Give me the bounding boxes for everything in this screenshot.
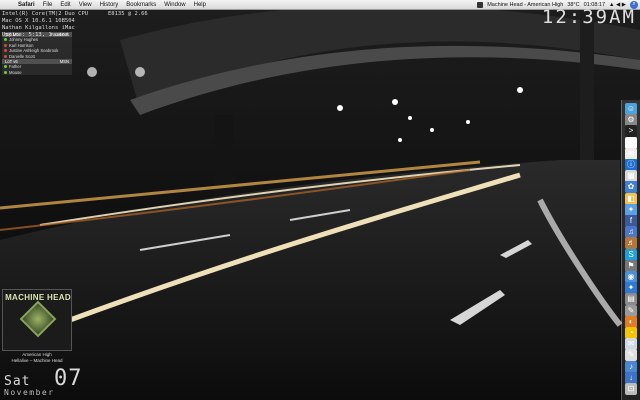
- guitar-icon[interactable]: ♬: [625, 237, 637, 250]
- safari-compass-icon[interactable]: ✦: [625, 203, 637, 216]
- textedit-icon[interactable]: ✎: [625, 349, 637, 362]
- status-dot-icon: [4, 65, 7, 69]
- album-art[interactable]: MACHINE HEAD: [2, 289, 72, 351]
- preview-icon[interactable]: ◧: [625, 192, 637, 205]
- info-icon[interactable]: ⓘ: [625, 159, 637, 171]
- status-dot-icon: [4, 70, 7, 74]
- calendar-icon[interactable]: ▦: [625, 170, 637, 183]
- downloads-icon[interactable]: ↓: [625, 371, 637, 384]
- contact-list: Top Mo Facebook Johnny Hughes Karl Harris…: [2, 32, 72, 75]
- skype-icon[interactable]: S: [625, 248, 637, 261]
- adium-icon[interactable]: ✈: [625, 136, 637, 149]
- terminal-icon[interactable]: >: [625, 125, 637, 138]
- sysinfo-cpu: Intel(R) Core(TM)2 Duo CPU E8135 @ 2.66: [2, 11, 148, 17]
- menu-history[interactable]: History: [96, 2, 123, 8]
- contact-group-label: Facebook: [50, 32, 69, 37]
- apps-icon[interactable]: ▤: [625, 293, 637, 306]
- firefox-icon[interactable]: ◐: [625, 315, 637, 328]
- menu-file[interactable]: File: [39, 2, 57, 8]
- audio-icon[interactable]: ♪: [625, 360, 637, 373]
- trash-icon[interactable]: ⊡: [625, 383, 637, 395]
- dock: ☺ ⚙ > ✈ ✉ ⓘ ▦ ✿ ◧ ✦ f ♫ ♬ S ⚑ ◉ ✦ ▤ ✎ ◐ ◔ ✉ ✎ ♪ ↓ ⊡: [621, 100, 640, 400]
- sysinfo-host: Nathan Kilgallons iMac: [2, 25, 75, 31]
- album-emblem-icon: [19, 300, 57, 338]
- status-dot-icon: [4, 54, 7, 58]
- iphoto-icon[interactable]: ✿: [625, 181, 637, 194]
- contact-name: Mouse: [9, 69, 22, 75]
- sysinfo-os: Mac OS X 10.6.1 10B504: [2, 18, 75, 24]
- mail-icon[interactable]: ✉: [625, 338, 637, 351]
- menu-bookmarks[interactable]: Bookmarks: [122, 2, 160, 8]
- pacman-icon[interactable]: ◔: [625, 327, 637, 339]
- date-day: Sat: [4, 374, 31, 389]
- desktop-clock: 12:39AM: [541, 6, 636, 28]
- tools-icon[interactable]: ✎: [625, 304, 637, 317]
- menu-edit[interactable]: Edit: [56, 2, 74, 8]
- now-playing-widget: American High Hellalive – Machine Head: [2, 352, 72, 364]
- globe-icon[interactable]: ◉: [625, 271, 637, 283]
- network-icon[interactable]: ✦: [625, 282, 637, 295]
- menu-help[interactable]: Help: [190, 2, 210, 8]
- contact-row[interactable]: Mouse: [2, 70, 72, 76]
- chat-bubble-icon[interactable]: ✉: [625, 147, 637, 160]
- menu-app-safari[interactable]: Safari: [14, 2, 39, 8]
- date-month: November: [4, 388, 55, 397]
- status-dot-icon: [4, 38, 7, 42]
- itunes-icon[interactable]: ♫: [625, 226, 637, 239]
- menu-view[interactable]: View: [75, 2, 96, 8]
- utility-icon[interactable]: ⚑: [625, 259, 637, 272]
- desktop-wallpaper: [0, 0, 640, 400]
- track-album-artist: Hellalive – Machine Head: [11, 358, 63, 363]
- contact-group-label: MSN: [59, 59, 69, 64]
- status-dot-icon: [4, 43, 7, 47]
- finder-icon[interactable]: ☺: [625, 103, 637, 115]
- facebook-icon[interactable]: f: [625, 215, 637, 227]
- status-dot-icon: [4, 49, 7, 53]
- menu-window[interactable]: Window: [160, 2, 189, 8]
- date-day-number: 07: [54, 366, 83, 391]
- system-prefs-icon[interactable]: ⚙: [625, 114, 637, 127]
- now-playing-icon[interactable]: [477, 1, 484, 8]
